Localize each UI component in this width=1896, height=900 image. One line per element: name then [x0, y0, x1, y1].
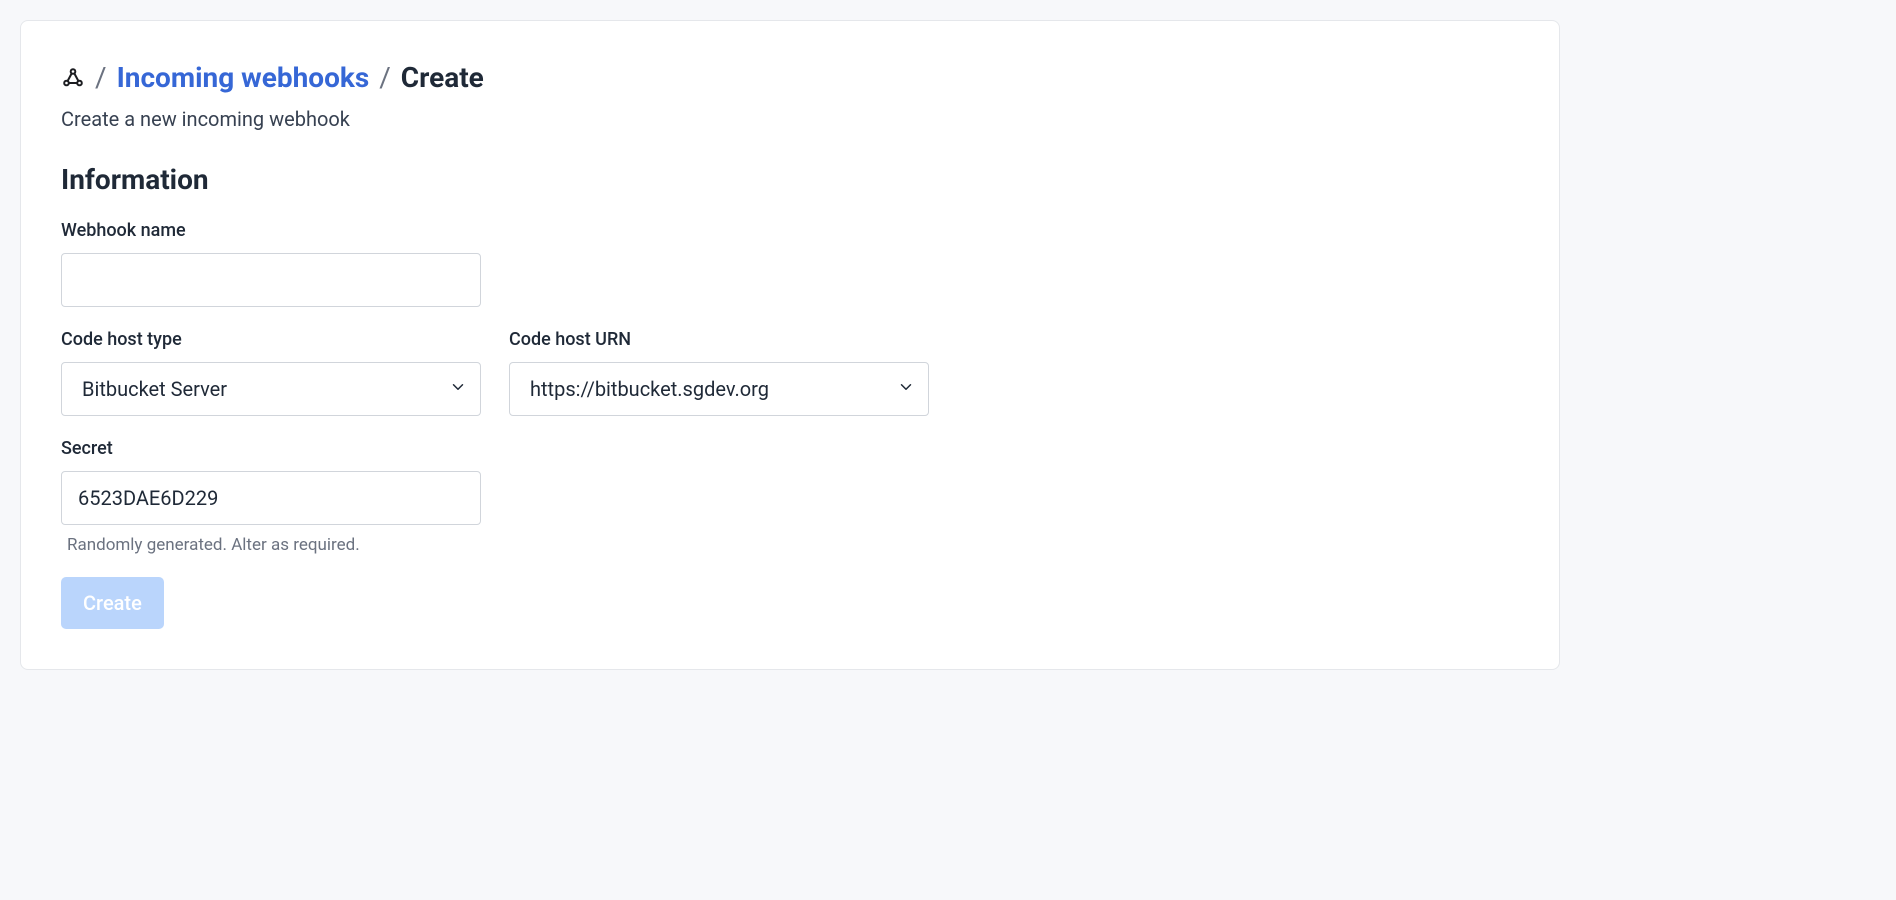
webhook-name-label: Webhook name — [61, 220, 1519, 241]
breadcrumb-separator: / — [95, 61, 107, 95]
code-host-urn-label: Code host URN — [509, 329, 929, 350]
webhook-name-input[interactable] — [61, 253, 481, 307]
form-group-secret: Secret Randomly generated. Alter as requ… — [61, 438, 1519, 555]
secret-input[interactable] — [61, 471, 481, 525]
create-webhook-panel: / Incoming webhooks / Create Create a ne… — [20, 20, 1560, 670]
breadcrumb-current: Create — [401, 61, 484, 95]
create-button[interactable]: Create — [61, 577, 164, 629]
secret-label: Secret — [61, 438, 1519, 459]
form-group-webhook-name: Webhook name — [61, 220, 1519, 307]
form-group-code-host-type: Code host type Bitbucket Server — [61, 329, 481, 416]
code-host-urn-select[interactable]: https://bitbucket.sgdev.org — [509, 362, 929, 416]
code-host-type-select[interactable]: Bitbucket Server — [61, 362, 481, 416]
webhook-icon — [61, 66, 85, 90]
form-group-code-host-urn: Code host URN https://bitbucket.sgdev.or… — [509, 329, 929, 416]
breadcrumb-separator: / — [379, 61, 391, 95]
breadcrumb: / Incoming webhooks / Create — [61, 61, 1519, 95]
breadcrumb-link-incoming-webhooks[interactable]: Incoming webhooks — [117, 61, 370, 95]
page-subtitle: Create a new incoming webhook — [61, 107, 1519, 131]
secret-help-text: Randomly generated. Alter as required. — [67, 535, 1519, 555]
section-heading-information: Information — [61, 163, 1519, 196]
code-host-type-label: Code host type — [61, 329, 481, 350]
